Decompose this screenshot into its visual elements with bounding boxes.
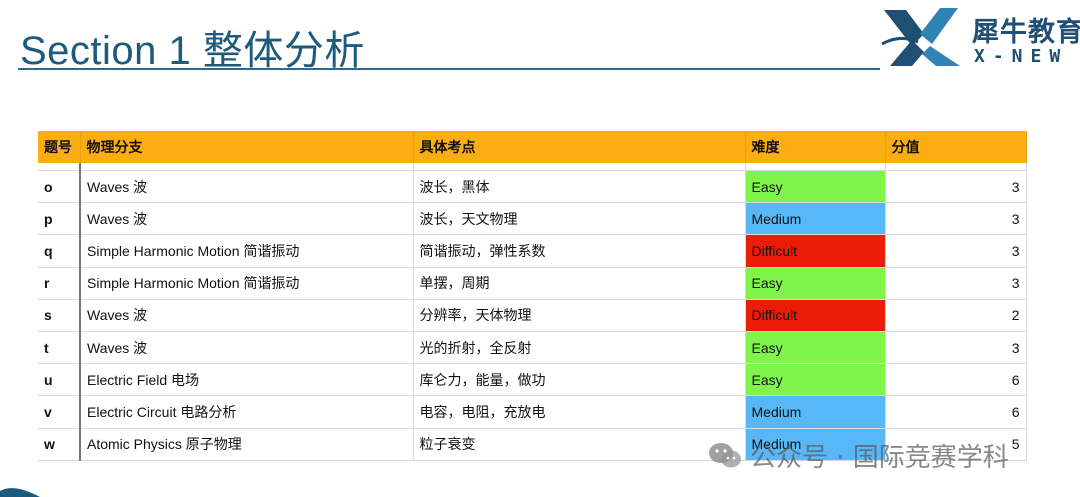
score-cell: 6 (885, 395, 1027, 429)
difficulty-cell: Difficult (745, 234, 886, 268)
physics-branch-cell: Waves 波 (80, 202, 414, 236)
question-no-cell: v (38, 395, 81, 429)
question-no-cell: o (38, 170, 81, 204)
physics-branch-cell: Waves 波 (80, 299, 414, 332)
physics-branch-cell: Electric Field 电场 (80, 363, 414, 397)
header-question-no: 题号 (38, 131, 81, 163)
logo: 犀牛教育 X-NEW (880, 4, 1080, 72)
difficulty-cell: Easy (745, 267, 886, 300)
table-header-row: 题号 物理分支 具体考点 难度 分值 (38, 131, 1027, 163)
physics-branch-cell: Waves 波 (80, 170, 414, 204)
physics-branch-cell: Waves 波 (80, 331, 414, 365)
table-row: v Electric Circuit 电路分析 电容，电阻，充放电 Medium 6 (38, 395, 1027, 429)
topic-cell: 波长，黑体 (413, 170, 746, 204)
corner-decoration (0, 488, 40, 497)
score-cell: 3 (885, 234, 1027, 268)
topic-cell: 库仑力，能量，做功 (413, 363, 746, 397)
table-row: q Simple Harmonic Motion 简谐振动 简谐振动，弹性系数 Dif… (38, 234, 1027, 268)
score-cell: 2 (885, 299, 1027, 332)
difficulty-cell: Medium (745, 202, 886, 236)
topic-cell: 粒子衰变 (413, 428, 746, 461)
table-row: u Electric Field 电场 库仑力，能量，做功 Easy 6 (38, 363, 1027, 397)
table-row: t Waves 波光的折射，全反射 Easy 3 (38, 331, 1027, 365)
physics-branch-cell: Atomic Physics 原子物理 (80, 428, 414, 461)
analysis-table: 题号 物理分支 具体考点 难度 分值 o Waves 波波长，黑体 Easy 3 p Wa… (38, 131, 1027, 461)
question-no-cell: u (38, 363, 81, 397)
table-row: r Simple Harmonic Motion 简谐振动 单摆，周期 Easy 3 (38, 267, 1027, 300)
difficulty-cell: Easy (745, 170, 886, 204)
wechat-icon (709, 442, 741, 467)
table-row: o Waves 波波长，黑体 Easy 3 (38, 170, 1027, 204)
table-spacer-row (38, 163, 1027, 171)
question-no-cell: r (38, 267, 81, 300)
score-cell: 3 (885, 202, 1027, 236)
topic-cell: 单摆，周期 (413, 267, 746, 300)
x-new-logo-icon (881, 8, 960, 66)
difficulty-cell: Easy (745, 331, 886, 365)
table-body: o Waves 波波长，黑体 Easy 3 p Waves 波波长，天文物理 Medium 3… (38, 163, 1027, 461)
physics-branch-cell: Simple Harmonic Motion 简谐振动 (80, 234, 414, 268)
difficulty-cell: Easy (745, 363, 886, 397)
topic-cell: 光的折射，全反射 (413, 331, 746, 365)
physics-branch-cell: Simple Harmonic Motion 简谐振动 (80, 267, 414, 300)
header-physics-branch: 物理分支 (80, 131, 414, 163)
difficulty-cell: Medium (745, 395, 886, 429)
question-no-cell: p (38, 202, 81, 236)
difficulty-cell: Difficult (745, 299, 886, 332)
score-cell: 3 (885, 170, 1027, 204)
table-row: s Waves 波分辨率，天体物理 Difficult 2 (38, 299, 1027, 332)
score-cell: 6 (885, 363, 1027, 397)
logo-chinese-text: 犀牛教育 (972, 17, 1080, 48)
table-row: p Waves 波波长，天文物理 Medium 3 (38, 202, 1027, 236)
title-divider (18, 68, 880, 70)
topic-cell: 简谐振动，弹性系数 (413, 234, 746, 268)
question-no-cell: t (38, 331, 81, 365)
question-no-cell: q (38, 234, 81, 268)
watermark-text: 公众号 · 国际竞赛学科 (750, 443, 1009, 473)
question-no-cell: s (38, 299, 81, 332)
logo-english-text: X-NEW (974, 46, 1069, 67)
header-difficulty: 难度 (745, 131, 886, 163)
watermark: 公众号 · 国际竞赛学科 (708, 437, 1009, 474)
topic-cell: 电容，电阻，充放电 (413, 395, 746, 429)
topic-cell: 波长，天文物理 (413, 202, 746, 236)
score-cell: 3 (885, 267, 1027, 300)
header-topic: 具体考点 (413, 131, 746, 163)
topic-cell: 分辨率，天体物理 (413, 299, 746, 332)
question-no-cell: w (38, 428, 81, 461)
score-cell: 3 (885, 331, 1027, 365)
header-score: 分值 (885, 131, 1027, 163)
physics-branch-cell: Electric Circuit 电路分析 (80, 395, 414, 429)
